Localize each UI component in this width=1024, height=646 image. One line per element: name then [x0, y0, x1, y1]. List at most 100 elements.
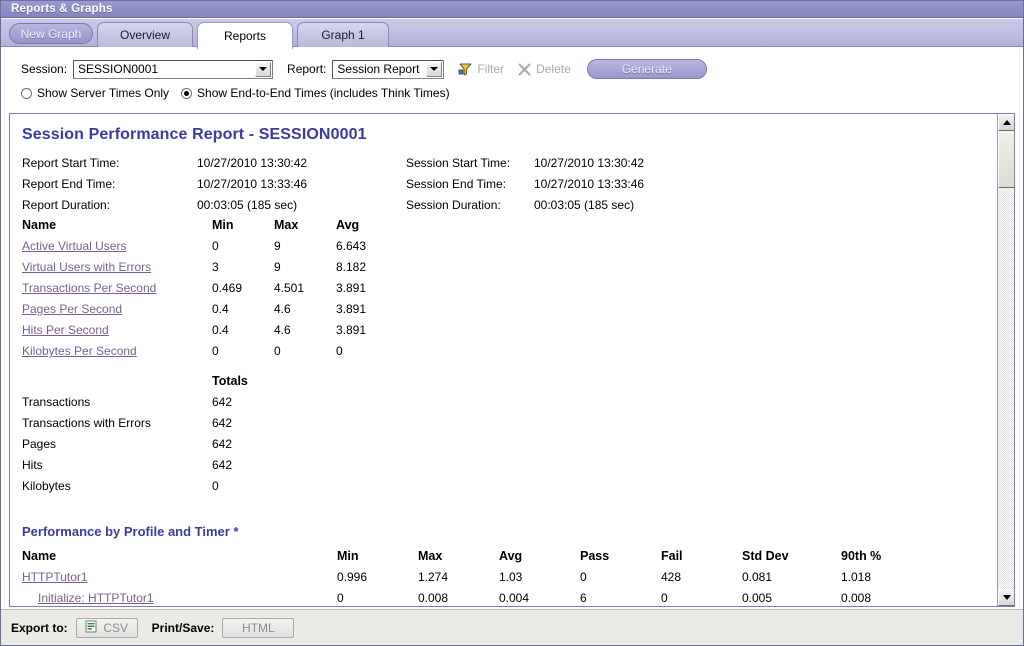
meta-item: Report Duration: 00:03:05 (185 sec)	[22, 198, 307, 219]
scroll-down-button[interactable]	[998, 589, 1014, 606]
table-row: Initialize: HTTPTutor1 0 0.008 0.004 6 0…	[22, 587, 922, 606]
table-row: Hits 642	[22, 458, 274, 479]
cell-stddev: 0.081	[742, 569, 773, 584]
report-select[interactable]: Session Report	[332, 59, 445, 79]
scroll-up-button[interactable]	[998, 114, 1014, 131]
cell-pass: 0	[580, 569, 587, 584]
timer-link-initialize-httptutor1[interactable]: Initialize: HTTPTutor1	[38, 591, 154, 605]
column-header-90th: 90th %	[841, 548, 882, 563]
tab-overview[interactable]: Overview	[97, 22, 193, 47]
cell-p90: 0.008	[841, 590, 872, 605]
chevron-up-icon	[1002, 120, 1011, 125]
cell-total: 642	[212, 416, 233, 430]
report-label: Report:	[287, 62, 327, 76]
meta-key: Report Duration:	[22, 198, 111, 212]
cell-min: 0	[212, 344, 219, 358]
metric-link-pages-per-second[interactable]: Pages Per Second	[22, 302, 122, 316]
cell-max: 4.501	[274, 281, 305, 295]
cell-name: Pages	[22, 437, 57, 451]
session-select-value: SESSION0001	[78, 62, 159, 76]
scrollbar-thumb[interactable]	[998, 132, 1014, 188]
metric-link-hits-per-second[interactable]: Hits Per Second	[22, 323, 109, 337]
new-graph-button[interactable]: New Graph	[9, 23, 93, 44]
column-header-totals: Totals	[212, 374, 248, 388]
cell-avg: 6.643	[336, 239, 367, 253]
cell-max: 4.6	[274, 323, 291, 337]
tab-strip: New Graph Overview Reports Graph 1	[1, 19, 1023, 49]
print-html-button[interactable]: HTML	[222, 618, 295, 638]
column-header-min: Min	[337, 548, 359, 563]
page-title: Session Performance Report - SESSION0001	[22, 126, 367, 143]
profile-link-httptutor1[interactable]: HTTPTutor1	[22, 570, 88, 584]
export-to-label: Export to:	[11, 621, 68, 635]
column-header-max: Max	[418, 548, 443, 563]
export-csv-button[interactable]: CSV	[75, 618, 138, 638]
report-vertical-scrollbar[interactable]	[997, 114, 1014, 606]
meta-key: Session Start Time:	[406, 156, 511, 170]
tab-reports[interactable]: Reports	[197, 22, 293, 49]
meta-key: Session End Time:	[406, 177, 507, 191]
cell-name: Transactions with Errors	[22, 416, 151, 430]
cell-min: 0.4	[212, 323, 229, 337]
table-row: Transactions Per Second 0.469 4.501 3.89…	[22, 281, 398, 302]
metric-link-transactions-per-second[interactable]: Transactions Per Second	[22, 281, 156, 295]
table-row: Kilobytes 0	[22, 479, 274, 500]
table-row: Transactions with Errors 642	[22, 416, 274, 437]
report-meta: Report Start Time: 10/27/2010 13:30:42 Re…	[22, 156, 988, 218]
cell-name: Hits	[22, 458, 43, 472]
table-row: Kilobytes Per Second 0 0 0	[22, 344, 398, 365]
delete-button[interactable]: Delete	[518, 62, 571, 76]
radio-show-server-times[interactable]: Show Server Times Only	[21, 86, 169, 100]
table-row: Pages Per Second 0.4 4.6 3.891	[22, 302, 398, 323]
meta-item: Session Start Time: 10/27/2010 13:30:42	[406, 156, 644, 177]
close-icon	[518, 63, 531, 76]
metric-link-virtual-users-with-errors[interactable]: Virtual Users with Errors	[22, 260, 151, 274]
meta-value: 00:03:05 (185 sec)	[534, 198, 635, 212]
cell-fail: 428	[661, 569, 682, 584]
table-row: Transactions 642	[22, 395, 274, 416]
table-row: Active Virtual Users 0 9 6.643	[22, 239, 398, 260]
cell-total: 0	[212, 479, 219, 493]
filter-button[interactable]: Filter	[458, 62, 504, 76]
radio-indicator	[21, 87, 32, 99]
table-header-row: Name Min Max Avg Pass Fail Std Dev 90th …	[22, 545, 922, 566]
report-control-bar: Session: SESSION0001 Report: Session Rep…	[1, 47, 1023, 109]
generate-button[interactable]: Generate	[586, 59, 707, 79]
cell-avg: 1.03	[499, 569, 523, 584]
meta-key: Session Duration:	[406, 198, 501, 212]
column-header-avg: Avg	[336, 218, 360, 232]
control-row-selectors: Session: SESSION0001 Report: Session Rep…	[21, 59, 707, 79]
metric-link-kilobytes-per-second[interactable]: Kilobytes Per Second	[22, 344, 137, 358]
report-meta-left: Report Start Time: 10/27/2010 13:30:42 Re…	[22, 156, 307, 219]
cell-avg: 8.182	[336, 260, 367, 274]
cell-pass: 6	[580, 590, 587, 605]
cell-max: 0.008	[418, 590, 449, 605]
csv-label: CSV	[103, 621, 129, 635]
table-row: HTTPTutor1 0.996 1.274 1.03 0 428 0.081 …	[22, 566, 922, 587]
cell-fail: 0	[661, 590, 668, 605]
cell-avg: 0	[336, 344, 343, 358]
meta-item: Session Duration: 00:03:05 (185 sec)	[406, 198, 644, 219]
window-title: Reports & Graphs	[11, 3, 113, 15]
report-content: Session Performance Report - SESSION0001…	[10, 114, 998, 606]
session-select[interactable]: SESSION0001	[73, 59, 274, 79]
cell-min: 0	[212, 239, 219, 253]
column-header-std-dev: Std Dev	[742, 548, 789, 563]
metric-link-active-virtual-users[interactable]: Active Virtual Users	[22, 239, 126, 253]
cell-max: 9	[274, 260, 281, 274]
meta-key: Report End Time:	[22, 177, 116, 191]
tab-graph-1[interactable]: Graph 1	[297, 22, 389, 47]
summary-table: Name Min Max Avg Active Virtual Users 0 …	[22, 218, 398, 365]
table-row: Virtual Users with Errors 3 9 8.182	[22, 260, 398, 281]
radio-show-end-to-end-times[interactable]: Show End-to-End Times (includes Think Ti…	[181, 86, 450, 100]
window-titlebar: Reports & Graphs	[1, 1, 1023, 18]
cell-name: Kilobytes	[22, 479, 71, 493]
cell-avg: 3.891	[336, 323, 367, 337]
report-panel: Session Performance Report - SESSION0001…	[9, 113, 1015, 607]
control-row-radios: Show Server Times Only Show End-to-End T…	[21, 86, 462, 100]
cell-max: 0	[274, 344, 281, 358]
delete-label: Delete	[536, 62, 571, 76]
table-row: Hits Per Second 0.4 4.6 3.891	[22, 323, 398, 344]
meta-value: 10/27/2010 13:33:46	[197, 177, 308, 191]
session-label: Session:	[21, 62, 68, 76]
